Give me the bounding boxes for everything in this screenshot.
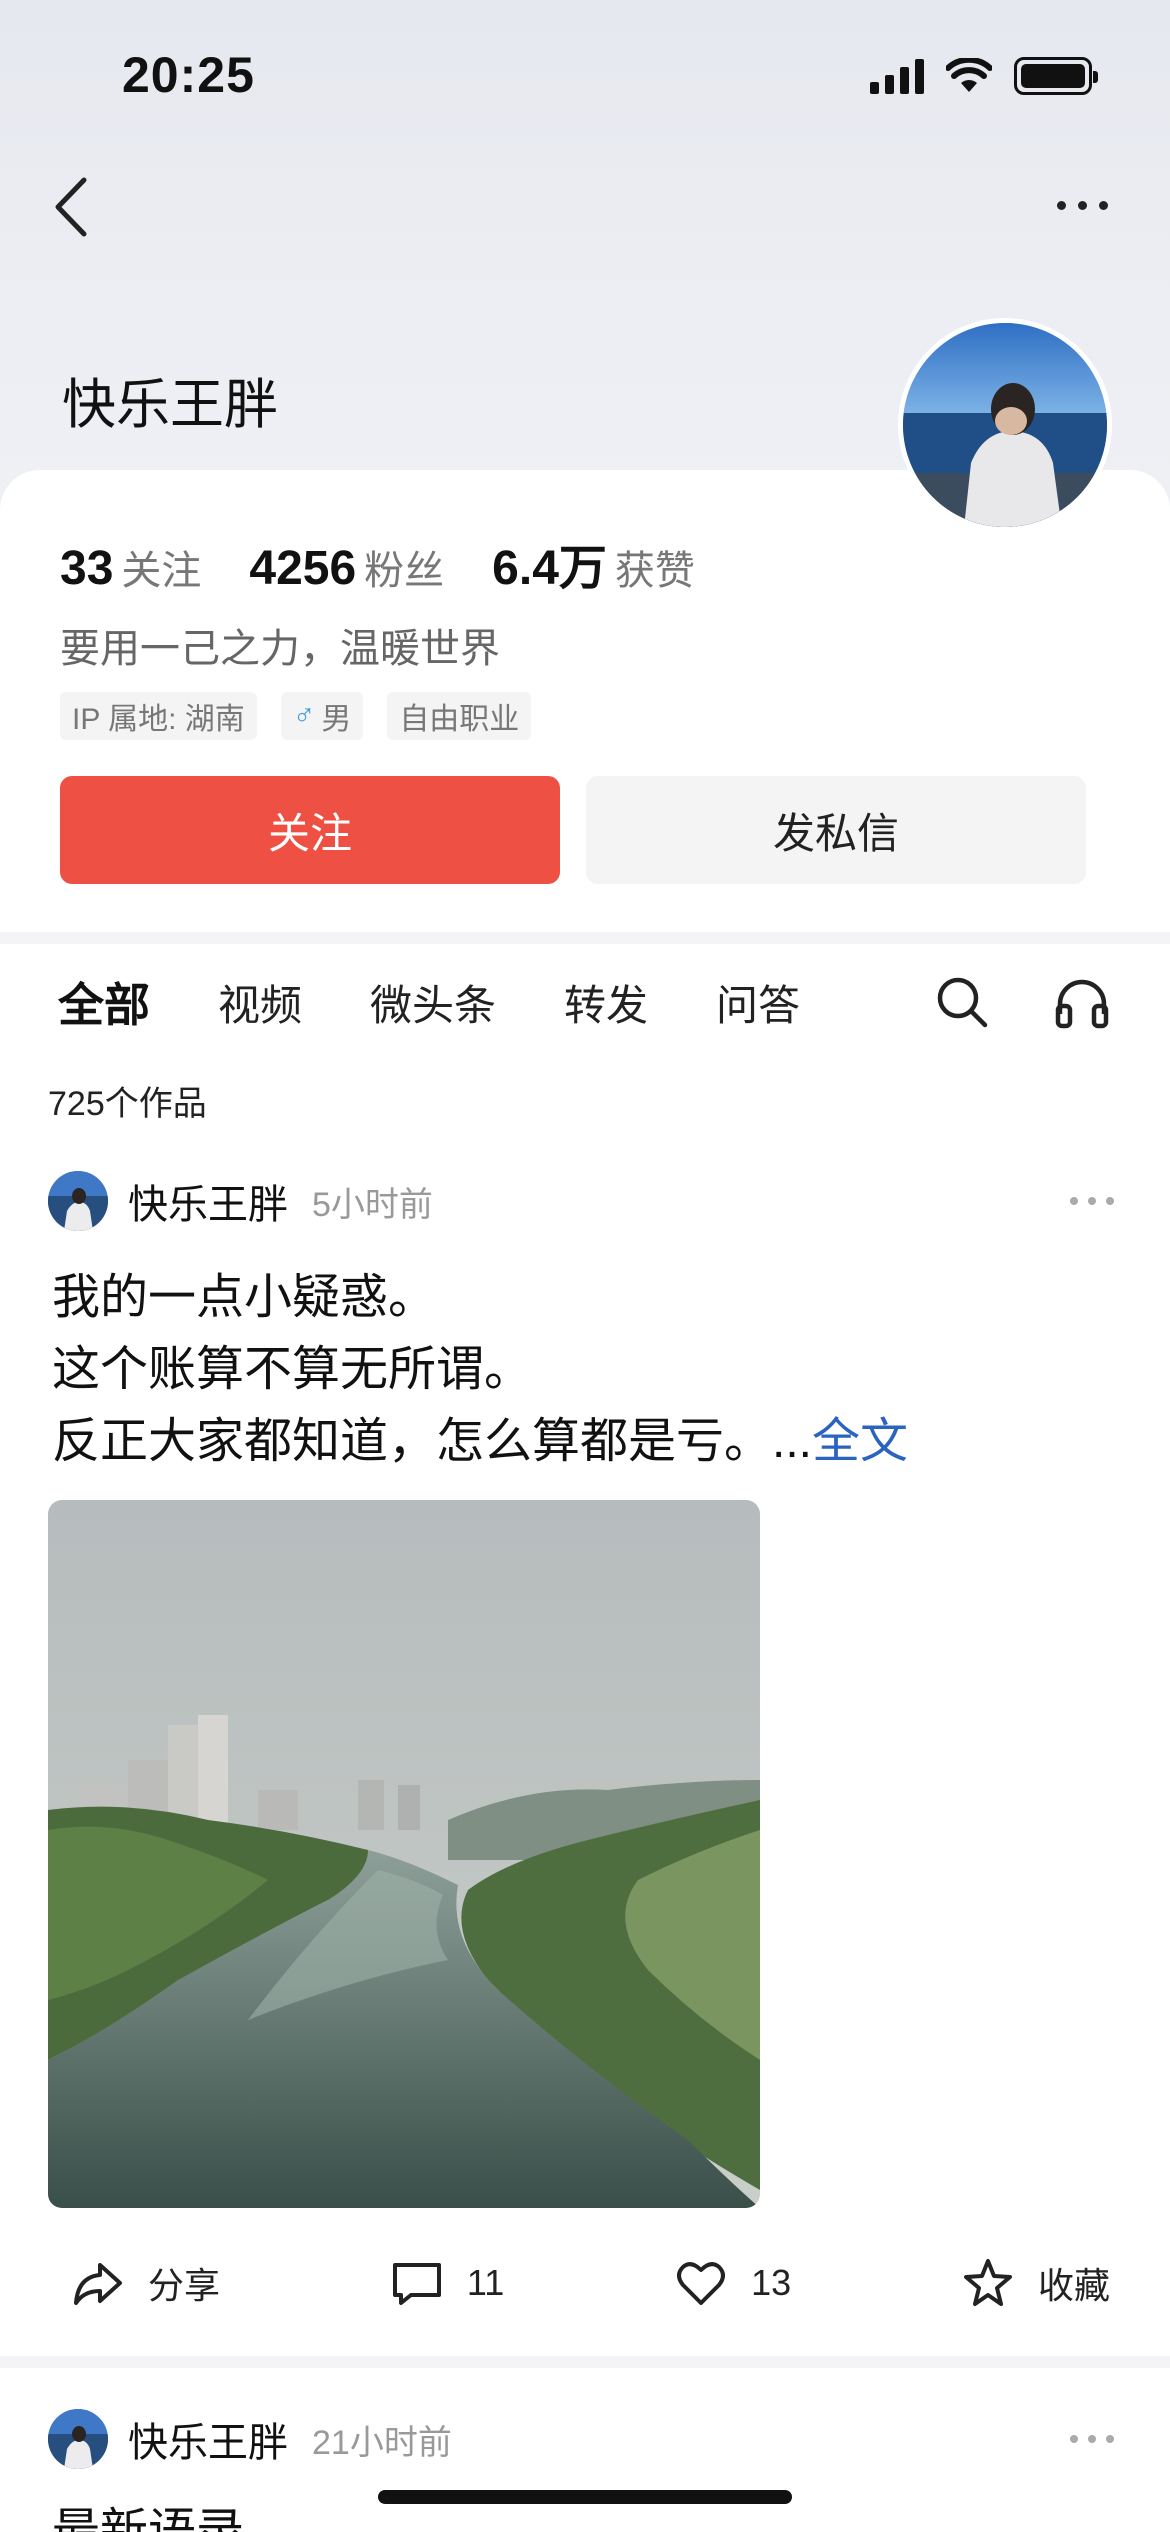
battery-icon xyxy=(1014,57,1098,95)
tab-qa[interactable]: 问答 xyxy=(716,972,800,1033)
comment-count: 11 xyxy=(466,2262,505,2303)
back-button[interactable] xyxy=(48,172,108,242)
collect-button[interactable]: 收藏 xyxy=(960,2255,1110,2311)
stat-label: 关注 xyxy=(121,549,202,593)
stat-number: 4256 xyxy=(249,542,357,595)
dot-icon xyxy=(1098,200,1108,210)
more-options-button[interactable] xyxy=(1042,180,1122,230)
tab-actions xyxy=(934,962,1110,1042)
male-icon: ♂ xyxy=(292,699,316,732)
stat-label: 粉丝 xyxy=(364,549,445,593)
share-icon xyxy=(74,2263,122,2305)
dot-icon xyxy=(1077,200,1087,210)
status-icons xyxy=(870,56,1098,96)
tag-ip-location: IP 属地: 湖南 xyxy=(60,692,257,740)
stat-number: 6.4万 xyxy=(492,542,607,595)
heart-icon xyxy=(677,2262,726,2305)
tab-micro-posts[interactable]: 微头条 xyxy=(370,972,496,1033)
dot-icon xyxy=(1070,2435,1078,2443)
headphones-icon[interactable] xyxy=(1054,974,1110,1030)
post-author-avatar[interactable] xyxy=(48,1171,108,1231)
tag-label: 男 xyxy=(321,703,352,736)
post-header: 快乐王胖 5小时前 xyxy=(48,1168,1122,1234)
tab-all[interactable]: 全部 xyxy=(58,969,150,1035)
profile-tags: IP 属地: 湖南 ♂ 男 自由职业 xyxy=(60,692,532,740)
collect-label: 收藏 xyxy=(1037,2265,1110,2306)
post-line: 反正大家都知道，怎么算都是亏。... xyxy=(52,1415,813,1468)
dot-icon xyxy=(1106,1197,1114,1205)
profile-name: 快乐王胖 xyxy=(62,375,278,435)
post-image[interactable] xyxy=(48,1500,760,2208)
tag-gender: ♂ 男 xyxy=(280,692,364,740)
avatar-image xyxy=(903,323,1107,527)
dot-icon xyxy=(1088,2435,1096,2443)
post-text[interactable]: 最新语录 xyxy=(52,2500,244,2532)
comment-button[interactable]: 11 xyxy=(389,2255,504,2311)
post-divider xyxy=(0,2356,1170,2368)
post-line: 我的一点小疑惑。 xyxy=(52,1271,437,1324)
comment-icon xyxy=(392,2263,441,2305)
wifi-icon xyxy=(946,58,992,92)
river-landscape-image xyxy=(48,1500,760,2208)
post-line-last: 反正大家都知道，怎么算都是亏。...全文 xyxy=(52,1406,908,1478)
post-actions: 分享 11 13 收藏 xyxy=(70,2250,1110,2316)
post-line: 这个账算不算无所谓。 xyxy=(52,1343,533,1396)
follow-button[interactable]: 关注 xyxy=(60,776,560,884)
content-tabs: 全部 视频 微头条 转发 问答 xyxy=(58,962,868,1042)
post-header: 快乐王胖 21小时前 xyxy=(48,2406,1122,2472)
tag-label: IP 属地: 湖南 xyxy=(72,703,245,736)
post-more-button[interactable] xyxy=(1070,1197,1114,1205)
dot-icon xyxy=(1056,200,1066,210)
profile-bio: 要用一己之力，温暖世界 xyxy=(60,627,500,671)
profile-avatar[interactable] xyxy=(898,318,1112,532)
like-count: 13 xyxy=(751,2262,792,2303)
post-text[interactable]: 我的一点小疑惑。 这个账算不算无所谓。 反正大家都知道，怎么算都是亏。...全文 xyxy=(52,1262,908,1478)
profile-stats: 33 关注 4256 粉丝 6.4万 获赞 xyxy=(60,528,695,598)
stat-number: 33 xyxy=(60,542,114,595)
tab-reposts[interactable]: 转发 xyxy=(564,972,648,1033)
section-divider xyxy=(0,932,1170,944)
stat-following[interactable]: 33 关注 xyxy=(60,538,201,596)
cellular-signal-icon xyxy=(870,58,924,94)
post-author-name[interactable]: 快乐王胖 xyxy=(128,2410,288,2468)
stat-likes[interactable]: 6.4万 获赞 xyxy=(492,528,695,598)
dot-icon xyxy=(1070,1197,1078,1205)
search-icon[interactable] xyxy=(934,974,990,1030)
tag-occupation: 自由职业 xyxy=(387,692,532,740)
share-button[interactable]: 分享 xyxy=(70,2255,220,2311)
home-indicator[interactable] xyxy=(378,2490,792,2504)
tab-video[interactable]: 视频 xyxy=(218,972,302,1033)
read-more-link[interactable]: 全文 xyxy=(812,1415,908,1468)
message-button[interactable]: 发私信 xyxy=(586,776,1086,884)
works-count: 725个作品 xyxy=(48,1085,207,1123)
like-button[interactable]: 13 xyxy=(673,2255,791,2311)
status-time: 20:25 xyxy=(122,47,255,103)
post-time: 21小时前 xyxy=(312,2423,452,2462)
post-author-avatar[interactable] xyxy=(48,2409,108,2469)
chevron-left-icon xyxy=(55,177,87,237)
stat-label: 获赞 xyxy=(614,549,695,593)
share-label: 分享 xyxy=(148,2265,221,2306)
post-more-button[interactable] xyxy=(1070,2435,1114,2443)
tag-label: 自由职业 xyxy=(399,703,520,736)
stat-followers[interactable]: 4256 粉丝 xyxy=(249,538,444,596)
dot-icon xyxy=(1088,1197,1096,1205)
star-icon xyxy=(963,2259,1012,2306)
dot-icon xyxy=(1106,2435,1114,2443)
post-author-name[interactable]: 快乐王胖 xyxy=(128,1172,288,1230)
post-time: 5小时前 xyxy=(312,1185,433,1224)
